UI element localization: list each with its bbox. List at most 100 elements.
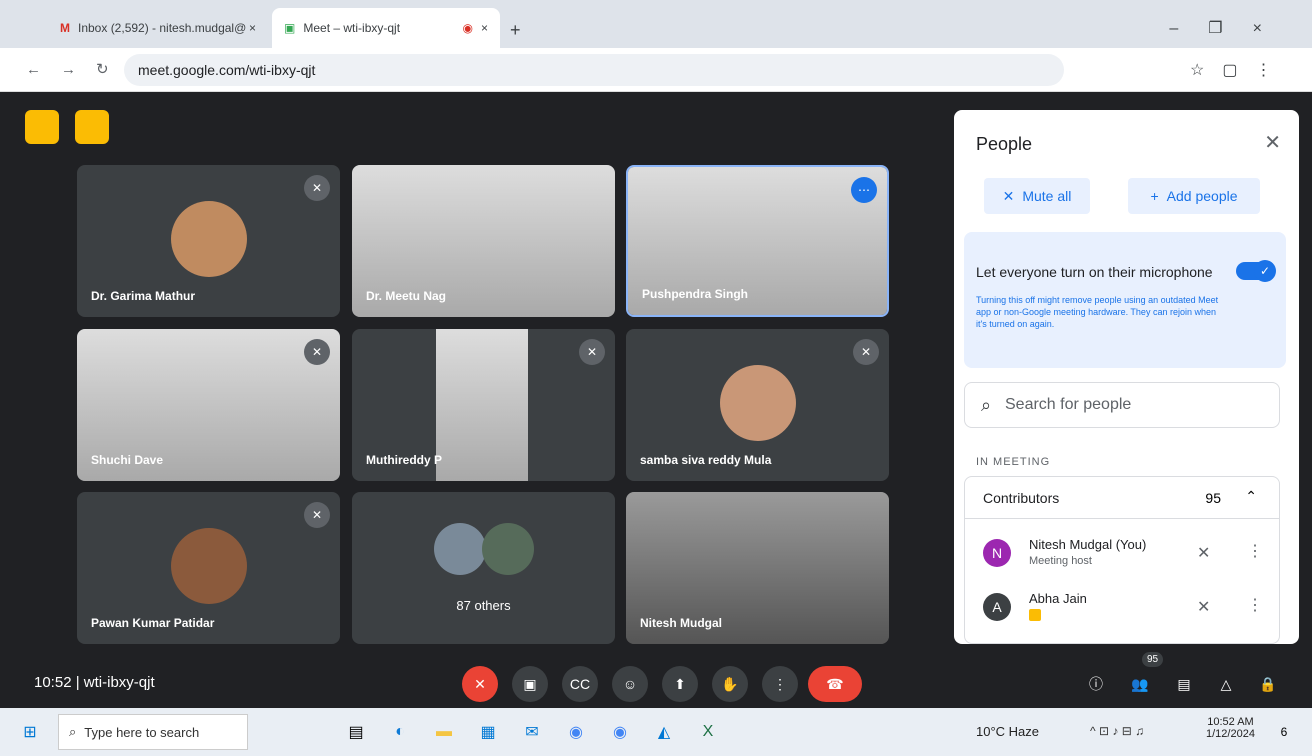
address-bar: ←→↻ meet.google.com/wti-ibxy-qjt ☆▢⋮ (0, 48, 1312, 92)
avatar: N (983, 539, 1011, 567)
leave-call-button[interactable]: ☎ (808, 666, 862, 702)
new-tab-button[interactable]: + (510, 20, 521, 41)
clock-date: 1/12/2024 (1206, 728, 1255, 740)
browser-actions[interactable]: ☆▢⋮ (1190, 60, 1289, 80)
host-controls-icon[interactable]: 🔒 (1250, 666, 1286, 702)
browser-tabstrip: M Inbox (2,592) - nitesh.mudgal@ × ▣ Meet –… (0, 0, 1312, 48)
contributors-label: Contributors (983, 490, 1060, 506)
mic-setting: Let everyone turn on their microphone Tur… (964, 232, 1286, 368)
avatar (171, 201, 247, 277)
meet-controls: 10:52 | wti-ibxy-qjt ✕ ▣ CC ☺ ⬆ ✋ ⋮ ☎ ⓘ … (0, 652, 1312, 708)
tile-nitesh[interactable]: Nitesh Mudgal (626, 492, 889, 644)
present-button[interactable]: ⬆ (662, 666, 698, 702)
others-count: 87 others (456, 598, 511, 613)
tile-shuchi[interactable]: ✕ Shuchi Dave (77, 329, 340, 481)
search-icon: ⌕ (981, 395, 992, 415)
tile-meetu[interactable]: Dr. Meetu Nag (352, 165, 615, 317)
mic-off-icon: ✕ (1197, 545, 1211, 562)
gmail-icon: M (60, 21, 70, 35)
explorer-icon[interactable]: ▬ (428, 716, 460, 748)
info-icon[interactable]: ⓘ (1078, 666, 1114, 702)
notification-icon[interactable]: 6 (1268, 716, 1300, 748)
mute-all-button[interactable]: ✕ Mute all (984, 178, 1090, 214)
more-options-button[interactable]: ⋮ (762, 666, 798, 702)
mute-all-label: Mute all (1022, 188, 1072, 204)
more-icon[interactable]: ⋮ (1247, 541, 1263, 561)
meet-icon: ▣ (284, 21, 296, 35)
meeting-time: 10:52 (34, 674, 72, 691)
record-icon: ◉ (462, 21, 473, 35)
clock[interactable]: 10:52 AM 1/12/2024 (1206, 716, 1255, 740)
host-control-icon[interactable] (25, 110, 59, 144)
close-icon[interactable]: ✕ (1264, 130, 1281, 155)
more-icon[interactable]: ⋮ (1247, 595, 1263, 615)
people-panel: People ✕ ✕ Mute all + Add people Let every… (954, 110, 1299, 644)
tab-gmail[interactable]: M Inbox (2,592) - nitesh.mudgal@ × (48, 8, 268, 48)
avatar (171, 528, 247, 604)
tile-garima[interactable]: ✕ Dr. Garima Mathur (77, 165, 340, 317)
more-options-icon[interactable]: ⋯ (851, 177, 877, 203)
list-item[interactable]: N Nitesh Mudgal (You) Meeting host ✕ ⋮ (983, 533, 1263, 573)
mic-off-icon: ✕ (579, 339, 605, 365)
chat-icon[interactable]: ▤ (1166, 666, 1202, 702)
tab-gmail-label: Inbox (2,592) - nitesh.mudgal@ (78, 21, 247, 35)
participant-name: Nitesh Mudgal (640, 616, 723, 630)
notification-count: 6 (1280, 725, 1288, 739)
mic-off-icon: ✕ (304, 175, 330, 201)
close-icon[interactable]: × (481, 21, 488, 35)
chrome-icon-2[interactable]: ◉ (604, 716, 636, 748)
add-person-icon: + (1150, 188, 1159, 204)
url-field[interactable]: meet.google.com/wti-ibxy-qjt (124, 54, 1064, 86)
person-name: Nitesh Mudgal (You) (1029, 537, 1147, 552)
camera-button[interactable]: ▣ (512, 666, 548, 702)
participant-name: Pushpendra Singh (642, 287, 749, 301)
nav-icons[interactable]: ←→↻ (26, 60, 129, 78)
people-icon[interactable]: 👥 (1122, 666, 1158, 702)
tile-pawan[interactable]: ✕ Pawan Kumar Patidar (77, 492, 340, 644)
activity-icon[interactable] (75, 110, 109, 144)
avatar (720, 365, 796, 441)
contributors-header[interactable]: Contributors 95 ⌃ (965, 477, 1279, 519)
people-badge: 95 (1142, 652, 1164, 667)
mail-icon[interactable]: ✉ (516, 716, 548, 748)
search-input[interactable]: ⌕ Search for people (964, 382, 1280, 428)
windows-start-icon[interactable]: ⊞ (14, 716, 46, 748)
captions-button[interactable]: CC (562, 666, 598, 702)
person-role: Meeting host (1029, 555, 1092, 567)
add-people-button[interactable]: + Add people (1128, 178, 1260, 214)
tile-muthireddy[interactable]: ✕ Muthireddy P (352, 329, 615, 481)
tray-icons[interactable]: ^ ⊡ ♪ ⊟ ♫ (1090, 724, 1144, 738)
tab-meet[interactable]: ▣ Meet – wti-ibxy-qjt ◉ × (272, 8, 500, 48)
mic-toggle[interactable] (1236, 260, 1276, 282)
raise-hand-button[interactable]: ✋ (712, 666, 748, 702)
chrome-icon[interactable]: ◉ (560, 716, 592, 748)
task-view-icon[interactable]: ▤ (340, 716, 372, 748)
tile-others[interactable]: 87 others (352, 492, 615, 644)
mic-off-icon: ✕ (304, 339, 330, 365)
clock-time: 10:52 AM (1207, 716, 1254, 728)
close-icon[interactable]: × (249, 21, 256, 35)
video-feed (436, 329, 528, 481)
emoji-button[interactable]: ☺ (612, 666, 648, 702)
tile-samba[interactable]: ✕ samba siva reddy Mula (626, 329, 889, 481)
mic-off-icon: ✕ (1197, 599, 1211, 616)
chevron-up-icon[interactable]: ⌃ (1245, 488, 1257, 505)
activities-icon[interactable]: △ (1208, 666, 1244, 702)
weather[interactable]: 10°C Haze (976, 724, 1039, 739)
mic-button[interactable]: ✕ (462, 666, 498, 702)
window-controls[interactable]: –❐× (1169, 18, 1292, 38)
meeting-code: wti-ibxy-qjt (83, 674, 155, 691)
tile-pushpendra[interactable]: ⋯ Pushpendra Singh (626, 165, 889, 317)
taskbar-search[interactable]: ⌕ Type here to search (58, 714, 248, 750)
photos-icon[interactable]: ◭ (648, 716, 680, 748)
participant-name: Shuchi Dave (91, 453, 164, 467)
avatar (482, 523, 534, 575)
url-text: meet.google.com/wti-ibxy-qjt (138, 62, 316, 78)
list-item[interactable]: A Abha Jain ✕ ⋮ (983, 587, 1263, 627)
excel-icon[interactable]: X (692, 716, 724, 748)
edge-icon[interactable]: ◐ (384, 716, 416, 748)
contributors-list: Contributors 95 ⌃ N Nitesh Mudgal (You) Meet… (964, 476, 1280, 644)
store-icon[interactable]: ▦ (472, 716, 504, 748)
participant-name: Dr. Garima Mathur (91, 289, 196, 303)
setting-title: Let everyone turn on their microphone (976, 264, 1213, 280)
